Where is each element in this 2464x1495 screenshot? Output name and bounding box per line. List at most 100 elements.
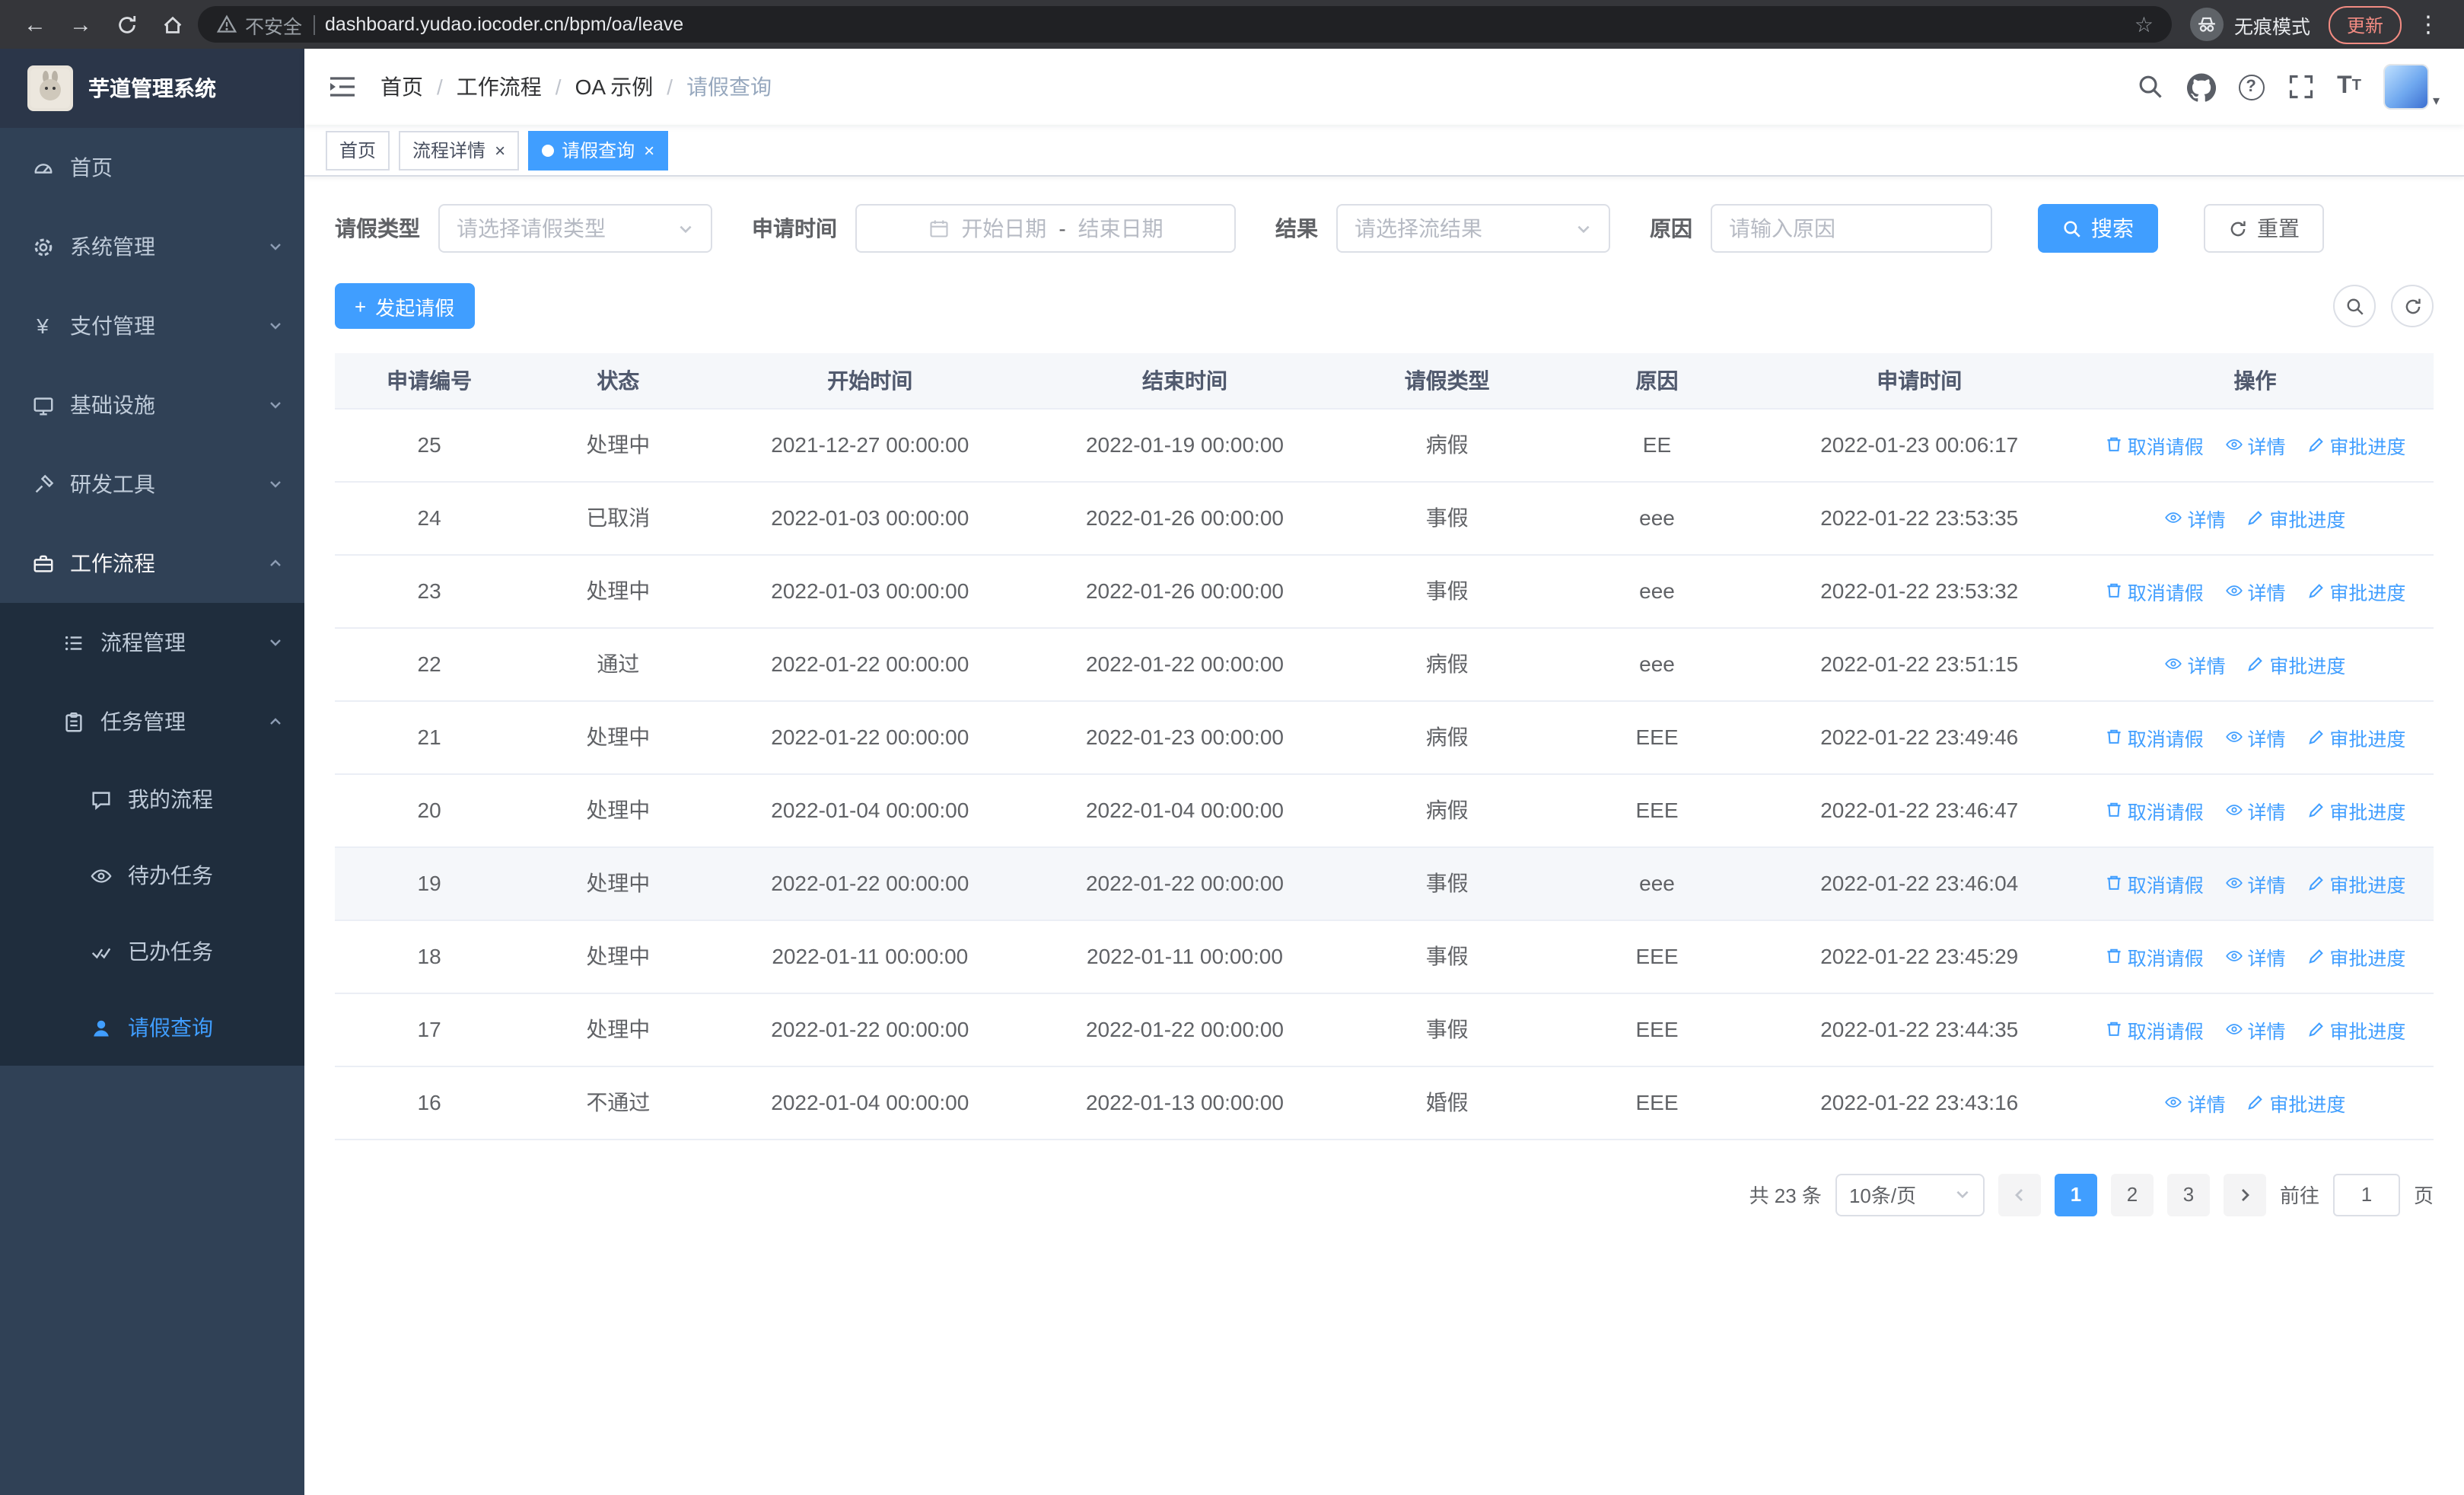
- navbar-tools: ? TT ▾: [2136, 64, 2440, 110]
- sidebar-item-infrastructure[interactable]: 基础设施: [0, 365, 304, 445]
- detail-link[interactable]: 详情: [2225, 942, 2286, 971]
- apply-time-label: 申请时间: [752, 216, 837, 241]
- help-button[interactable]: ?: [2238, 74, 2265, 100]
- header-search-button[interactable]: [2136, 73, 2163, 100]
- page-button-3[interactable]: 3: [2166, 1173, 2210, 1216]
- cell-apply-time: 2022-01-22 23:44:35: [1762, 993, 2077, 1066]
- progress-link[interactable]: 审批进度: [2306, 942, 2405, 971]
- sidebar-item-system[interactable]: 系统管理: [0, 207, 304, 286]
- cancel-leave-link[interactable]: 取消请假: [2105, 576, 2204, 605]
- fullscreen-button[interactable]: [2287, 73, 2314, 100]
- search-button-label: 搜索: [2091, 216, 2134, 241]
- cell-reason: eee: [1552, 846, 1762, 920]
- security-chip[interactable]: 不安全: [216, 10, 302, 39]
- cancel-leave-link[interactable]: 取消请假: [2105, 942, 2204, 971]
- col-status: 状态: [524, 353, 713, 409]
- close-icon[interactable]: ×: [644, 139, 654, 161]
- browser-update-button[interactable]: 更新: [2328, 5, 2402, 43]
- next-page-button[interactable]: [2223, 1173, 2266, 1216]
- leave-type-label: 请假类型: [335, 216, 420, 241]
- detail-link[interactable]: 详情: [2225, 430, 2286, 459]
- tab-leave-query[interactable]: 请假查询 ×: [528, 130, 669, 170]
- cancel-leave-link[interactable]: 取消请假: [2105, 722, 2204, 751]
- detail-link[interactable]: 详情: [2225, 1015, 2286, 1044]
- page-size-select[interactable]: 10条/页: [1835, 1173, 1985, 1216]
- page-size-value: 10条/页: [1848, 1184, 1917, 1207]
- breadcrumb-home[interactable]: 首页: [380, 72, 423, 102]
- sidebar-item-process-management[interactable]: 流程管理: [0, 603, 304, 682]
- cell-end-time: 2022-01-11 00:00:00: [1027, 920, 1342, 993]
- progress-link[interactable]: 审批进度: [2306, 795, 2405, 824]
- leave-type-select[interactable]: 请选择请假类型: [438, 204, 712, 253]
- cancel-leave-link[interactable]: 取消请假: [2105, 1015, 2204, 1044]
- sidebar-item-home[interactable]: 首页: [0, 128, 304, 207]
- detail-link[interactable]: 详情: [2225, 576, 2286, 605]
- app-frame: 芋道管理系统 首页 系统管理 ¥ 支付管理 基础设施 研发工具 工作流程 流程管…: [0, 49, 2464, 1495]
- breadcrumb-workflow[interactable]: 工作流程: [457, 72, 542, 102]
- browser-menu-button[interactable]: ⋮: [2408, 11, 2449, 38]
- sidebar-item-workflow[interactable]: 工作流程: [0, 524, 304, 603]
- font-size-button[interactable]: TT: [2337, 74, 2361, 99]
- progress-link[interactable]: 审批进度: [2246, 649, 2345, 678]
- progress-link[interactable]: 审批进度: [2306, 722, 2405, 751]
- browser-forward-button[interactable]: →: [61, 5, 100, 44]
- browser-home-button[interactable]: [152, 5, 192, 44]
- sidebar-item-task-management[interactable]: 任务管理: [0, 682, 304, 761]
- cell-apply-time: 2022-01-22 23:53:32: [1762, 554, 2077, 628]
- goto-page-input[interactable]: [2332, 1173, 2400, 1216]
- cancel-leave-link[interactable]: 取消请假: [2105, 795, 2204, 824]
- create-leave-button[interactable]: + 发起请假: [335, 283, 475, 329]
- browser-refresh-button[interactable]: [107, 5, 146, 44]
- sidebar-item-dev-tools[interactable]: 研发工具: [0, 445, 304, 524]
- sidebar-item-pending-tasks[interactable]: 待办任务: [0, 837, 304, 913]
- github-link[interactable]: [2186, 72, 2216, 101]
- detail-link[interactable]: 详情: [2225, 795, 2286, 824]
- app-logo[interactable]: 芋道管理系统: [0, 49, 304, 128]
- font-size-small-glyph: T: [2351, 78, 2361, 94]
- reset-button[interactable]: 重置: [2204, 204, 2324, 253]
- caret-down-icon: ▾: [2432, 93, 2440, 108]
- result-select[interactable]: 请选择流结果: [1336, 204, 1610, 253]
- progress-link[interactable]: 审批进度: [2306, 576, 2405, 605]
- detail-link[interactable]: 详情: [2165, 503, 2226, 532]
- progress-link[interactable]: 审批进度: [2246, 1088, 2345, 1117]
- page-button-2[interactable]: 2: [2110, 1173, 2154, 1216]
- sidebar-item-payment[interactable]: ¥ 支付管理: [0, 286, 304, 365]
- cell-apply-id: 16: [335, 1066, 524, 1140]
- user-menu[interactable]: ▾: [2383, 64, 2440, 110]
- browser-back-button[interactable]: ←: [15, 5, 55, 44]
- sidebar-item-label: 我的流程: [128, 787, 213, 811]
- tab-label: 首页: [339, 140, 377, 161]
- reason-input[interactable]: [1711, 204, 1992, 253]
- sidebar-item-my-processes[interactable]: 我的流程: [0, 761, 304, 837]
- tab-home[interactable]: 首页: [326, 130, 390, 170]
- refresh-table-button[interactable]: [2391, 285, 2434, 327]
- address-bar[interactable]: 不安全 dashboard.yudao.iocoder.cn/bpm/oa/le…: [198, 6, 2172, 43]
- tab-process-detail[interactable]: 流程详情 ×: [399, 130, 520, 170]
- tags-view-bar: 首页 流程详情 × 请假查询 ×: [304, 125, 2464, 177]
- progress-link[interactable]: 审批进度: [2306, 1015, 2405, 1044]
- prev-page-button[interactable]: [1998, 1173, 2041, 1216]
- sidebar-toggle-button[interactable]: [329, 75, 356, 99]
- page-button-1[interactable]: 1: [2054, 1173, 2097, 1216]
- progress-link[interactable]: 审批进度: [2306, 869, 2405, 897]
- cancel-leave-link[interactable]: 取消请假: [2105, 869, 2204, 897]
- bookmark-star-icon[interactable]: ☆: [2135, 11, 2154, 37]
- breadcrumb-oa-example[interactable]: OA 示例: [575, 72, 654, 102]
- cell-leave-type: 病假: [1342, 627, 1552, 701]
- progress-link[interactable]: 审批进度: [2306, 430, 2405, 459]
- detail-link[interactable]: 详情: [2225, 722, 2286, 751]
- close-icon[interactable]: ×: [495, 139, 505, 161]
- sidebar-item-done-tasks[interactable]: 已办任务: [0, 913, 304, 990]
- cancel-leave-link[interactable]: 取消请假: [2105, 430, 2204, 459]
- detail-link[interactable]: 详情: [2165, 649, 2226, 678]
- detail-link[interactable]: 详情: [2165, 1088, 2226, 1117]
- progress-link[interactable]: 审批进度: [2246, 503, 2345, 532]
- detail-link[interactable]: 详情: [2225, 869, 2286, 897]
- search-button[interactable]: 搜索: [2038, 204, 2158, 253]
- apply-time-range-picker[interactable]: 开始日期 - 结束日期: [855, 204, 1236, 253]
- eye-icon: [88, 864, 113, 887]
- cell-apply-time: 2022-01-22 23:46:47: [1762, 773, 2077, 847]
- sidebar-item-leave-query[interactable]: 请假查询: [0, 990, 304, 1066]
- toggle-search-button[interactable]: [2333, 285, 2376, 327]
